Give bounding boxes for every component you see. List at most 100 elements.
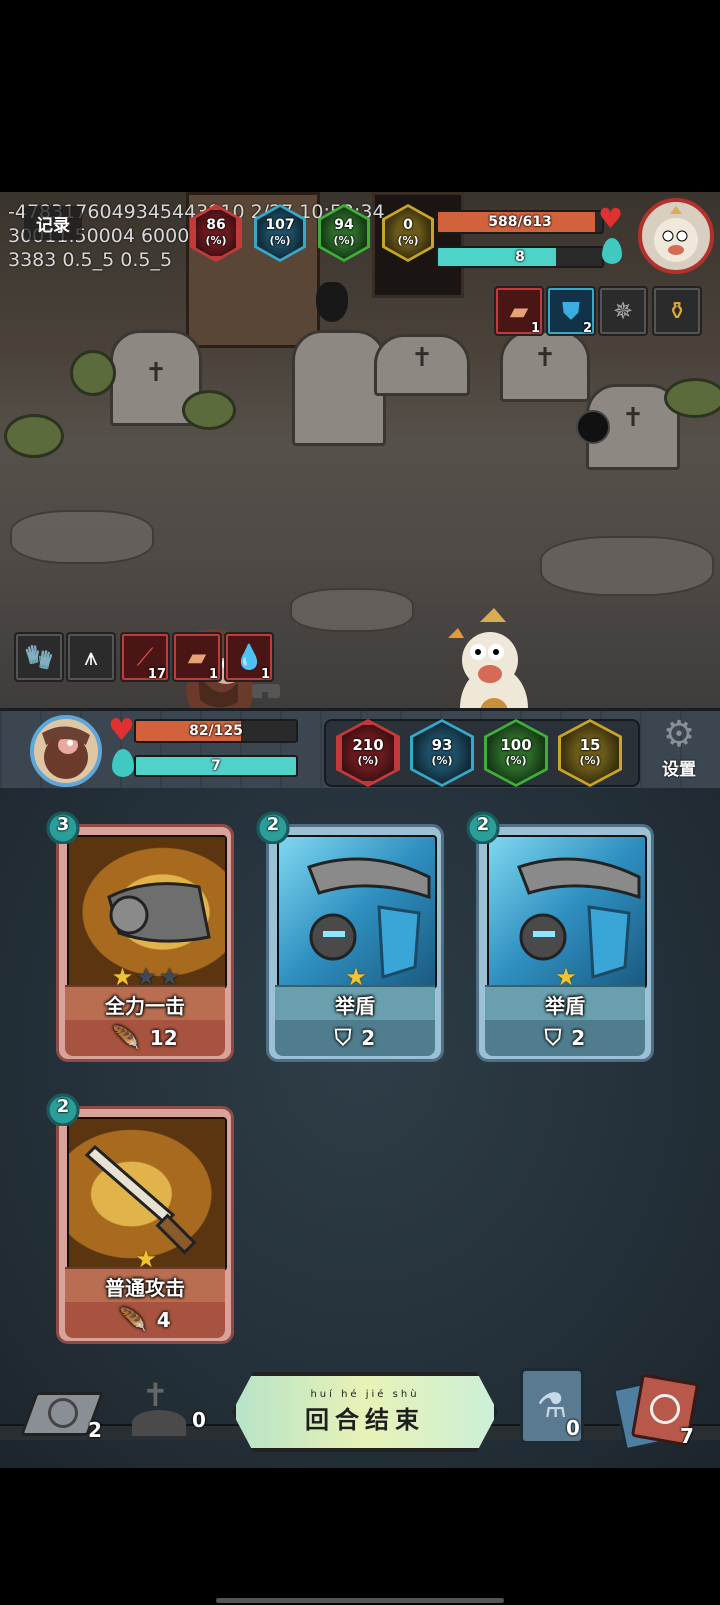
player-hp-text: 82/125 — [189, 723, 243, 739]
card-art: ★★★ — [67, 835, 227, 989]
enemy-portrait[interactable] — [638, 198, 714, 274]
grave-count: 0 — [192, 1408, 206, 1432]
energy-flame-icon — [112, 749, 134, 777]
enemy-energy-bar: 8 — [436, 246, 604, 268]
stat-value: 0 — [403, 217, 413, 233]
card-basic-attack[interactable]: ★ 普通攻击 🪶 4 — [56, 1106, 234, 1344]
spike-trap-icon: ⩚ — [84, 643, 98, 671]
home-indicator[interactable] — [216, 1598, 504, 1603]
player-portrait[interactable] — [30, 715, 102, 787]
gauntlet-icon: 🧤 — [24, 643, 54, 671]
card-value: ⛉ 2 — [275, 1020, 435, 1056]
heart-icon: ♥ — [598, 202, 624, 235]
player-status-bleed[interactable]: 💧 1 — [224, 632, 274, 682]
player-energy-bar: 7 — [134, 755, 298, 777]
card-name: 全力一击 — [65, 985, 225, 1021]
player-stat-mystery: 93 (%) — [410, 719, 474, 787]
energy-flame-icon — [602, 238, 622, 264]
player-stat-attack: 210 (%) — [336, 719, 400, 787]
enemy-hp-bar: 588/613 — [436, 210, 604, 234]
card-name: 普通攻击 — [65, 1267, 225, 1303]
player-status-gauntlet[interactable]: 🧤 — [14, 632, 64, 682]
enemy-status-shield[interactable]: ⛊ 2 — [546, 286, 596, 336]
card-art: ★ — [67, 1117, 227, 1271]
bottom-bar: 2 ✝ 0 huí hé jié shù 回合结束 ⚗ 0 7 — [0, 1368, 720, 1468]
shield-icon: ⛊ — [562, 297, 580, 325]
stat-value: 86 — [206, 217, 226, 233]
system-nav-area — [0, 1468, 720, 1605]
hand-area: ★★★ 全力一击 🪶 12 3 ★ 举盾 ⛉ 2 2 ★ 举盾 ⛉ 2 2 ★ 普通攻… — [0, 788, 720, 1468]
settings-label: 设置 — [662, 760, 696, 780]
spiked-trap-icon: ✵ — [612, 297, 634, 325]
golden-brush-icon: ⚱ — [666, 297, 688, 325]
enemy-hp-text: 588/613 — [488, 214, 552, 230]
end-turn-label: 回合结束 — [305, 1406, 425, 1434]
floor-stone — [540, 536, 714, 596]
card-value: 🪶 4 — [65, 1302, 225, 1338]
record-button[interactable]: 记录 — [24, 206, 82, 240]
card-raise-shield[interactable]: ★ 举盾 ⛉ 2 — [476, 824, 654, 1062]
player-hud: ♥ 82/125 7 210 (%) 93 (%) 100 (%) 15 (%) ⚙ 设… — [0, 708, 720, 794]
draw-pile-count: 2 — [88, 1418, 102, 1442]
player-energy-text: 7 — [211, 758, 221, 774]
enemy-status-bandage[interactable]: ▰ 1 — [494, 286, 544, 336]
card-cost: 3 — [46, 804, 80, 844]
card-art: ★ — [277, 835, 437, 989]
card-full-strike[interactable]: ★★★ 全力一击 🪶 12 — [56, 824, 234, 1062]
player-status-spike-trap[interactable]: ⩚ — [66, 632, 116, 682]
card-cost: 2 — [46, 1086, 80, 1126]
gear-icon: ⚙ — [662, 714, 696, 755]
stat-value: 210 — [352, 736, 384, 754]
end-turn-pinyin: huí hé jié shù — [310, 1389, 420, 1400]
card-value: 🪶 12 — [65, 1020, 225, 1056]
spiral-icon — [48, 1398, 78, 1428]
bush — [664, 378, 720, 418]
card-raise-shield[interactable]: ★ 举盾 ⛉ 2 — [266, 824, 444, 1062]
player-stat-defense: 100 (%) — [484, 719, 548, 787]
shield-icon: ⛉ — [334, 1025, 352, 1051]
stat-value: 93 — [431, 736, 453, 754]
player-hp-bar: 82/125 — [134, 719, 298, 743]
floor-stone — [10, 510, 154, 564]
cross-icon: ✝ — [142, 1376, 169, 1414]
end-turn-button[interactable]: huí hé jié shù 回合结束 — [232, 1372, 498, 1452]
deck-count: 7 — [680, 1424, 694, 1448]
enemy-character — [440, 608, 548, 708]
player-stat-panel: 210 (%) 93 (%) 100 (%) 15 (%) — [324, 719, 640, 787]
stat-value: 100 — [500, 736, 532, 754]
tombstone: ✝ — [374, 334, 470, 396]
card-cost: 2 — [256, 804, 290, 844]
card-cost: 2 — [466, 804, 500, 844]
potion-count: 0 — [566, 1416, 580, 1440]
tombstone — [292, 330, 386, 446]
blood-drops-icon: 💧 — [234, 643, 264, 671]
bomb-icon — [576, 410, 610, 444]
enemy-status-spiked-trap[interactable]: ✵ — [598, 286, 648, 336]
stat-value: 107 — [265, 217, 295, 233]
card-name: 举盾 — [485, 985, 645, 1021]
enemy-status-golden-brush[interactable]: ⚱ — [652, 286, 702, 336]
enemy-energy-text: 8 — [515, 249, 525, 265]
stat-value: 94 — [334, 217, 354, 233]
heart-icon: ♥ — [108, 713, 135, 748]
card-name: 举盾 — [275, 985, 435, 1021]
player-stat-crit: 15 (%) — [558, 719, 622, 787]
bandage-icon: ▰ — [509, 297, 529, 325]
grave-button[interactable]: ✝ — [126, 1376, 190, 1438]
settings-button[interactable]: ⚙ 设置 — [650, 715, 708, 787]
bush — [70, 350, 116, 396]
shield-icon: ⛉ — [544, 1025, 562, 1051]
potion-flask-icon: ⚗ — [536, 1386, 568, 1426]
bandage-icon: ▰ — [187, 643, 207, 671]
tombstone: ✝ — [500, 330, 590, 402]
player-status-bandage[interactable]: ▰ 1 — [172, 632, 222, 682]
attack-icon: 🪶 — [119, 1307, 147, 1333]
attack-icon: 🪶 — [112, 1025, 140, 1051]
card-art: ★ — [487, 835, 647, 989]
player-status-claw[interactable]: ⟋ 17 — [120, 632, 170, 682]
draw-pile-button[interactable] — [19, 1386, 105, 1436]
bat-silhouette — [316, 282, 348, 322]
bush — [182, 390, 236, 430]
card-value: ⛉ 2 — [485, 1020, 645, 1056]
stat-value: 15 — [579, 736, 601, 754]
